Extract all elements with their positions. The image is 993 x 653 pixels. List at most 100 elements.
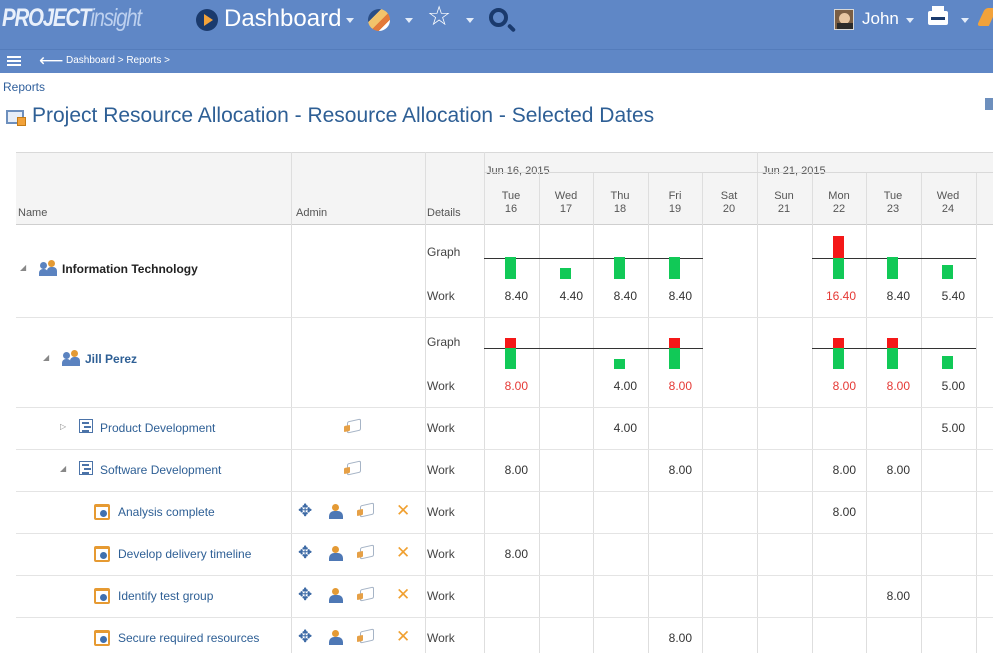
favorites-star-icon[interactable]: ☆ [427, 2, 451, 32]
breadcrumb[interactable]: Dashboard > Reports > [66, 55, 170, 66]
edit-document-icon[interactable] [347, 418, 361, 434]
assign-resource-icon[interactable] [329, 503, 345, 519]
day-header: Fri 19 [648, 190, 702, 216]
user-menu[interactable]: John [862, 9, 899, 29]
task-name[interactable]: Develop delivery timeline [118, 547, 251, 561]
move-icon[interactable]: ✥ [298, 503, 312, 520]
side-panel-toggle[interactable] [985, 98, 993, 110]
day-header: Mon 22 [812, 190, 866, 216]
allocation-bar [614, 358, 625, 369]
day-of-week-label: Tue [883, 190, 903, 202]
task-name[interactable]: Analysis complete [118, 505, 215, 519]
work-value: 8.40 [613, 289, 637, 303]
work-value: 5.00 [941, 421, 965, 435]
move-icon[interactable]: ✥ [298, 587, 312, 604]
printer-icon[interactable] [928, 6, 948, 25]
palette-chevron-down-icon[interactable] [405, 18, 413, 23]
remove-icon[interactable]: ✕ [396, 545, 410, 562]
hamburger-menu-icon[interactable] [7, 56, 21, 66]
assign-resource-icon[interactable] [329, 629, 345, 645]
favorites-chevron-down-icon[interactable] [466, 18, 474, 23]
user-chevron-down-icon[interactable] [906, 18, 914, 23]
column-divider [291, 152, 292, 653]
move-icon[interactable]: ✥ [298, 629, 312, 646]
expand-toggle-icon[interactable]: ◢ [20, 263, 26, 272]
row-divider [16, 575, 993, 576]
day-header: Wed 17 [539, 190, 593, 216]
week-divider-line [484, 172, 993, 173]
move-icon[interactable]: ✥ [298, 545, 312, 562]
day-number-label: 21 [777, 203, 791, 215]
day-of-week-label: Fri [668, 190, 682, 202]
work-value: 8.40 [886, 289, 910, 303]
day-number-label: 18 [613, 203, 627, 215]
edit-document-icon[interactable] [360, 544, 374, 560]
day-number-label: 16 [504, 203, 518, 215]
column-header-admin[interactable]: Admin [296, 207, 327, 219]
day-number-label: 24 [941, 203, 955, 215]
expand-toggle-icon[interactable]: ◢ [43, 353, 49, 362]
reports-link[interactable]: Reports [3, 80, 45, 94]
tools-icon[interactable] [976, 8, 993, 26]
day-number-label: 19 [668, 203, 682, 215]
edit-document-icon[interactable] [360, 586, 374, 602]
allocation-bar [505, 257, 516, 279]
top-navigation-bar: PROJECTinsight Dashboard ☆ John [0, 0, 993, 49]
column-header-name[interactable]: Name [18, 207, 47, 219]
remove-icon[interactable]: ✕ [396, 629, 410, 646]
expand-toggle-icon[interactable]: ▷ [60, 422, 66, 431]
task-name[interactable]: Secure required resources [118, 631, 259, 645]
user-avatar[interactable] [834, 9, 854, 30]
search-icon[interactable] [489, 8, 508, 27]
allocation-bar [669, 257, 680, 279]
assign-resource-icon[interactable] [329, 587, 345, 603]
day-of-week-label: Wed [936, 190, 960, 202]
row-divider [16, 533, 993, 534]
app-logo[interactable]: PROJECTinsight [2, 4, 142, 33]
task-name[interactable]: Identify test group [118, 589, 213, 603]
work-value: 8.40 [668, 289, 692, 303]
column-divider [812, 172, 813, 653]
work-value: 4.00 [613, 379, 637, 393]
allocation-bar [560, 267, 571, 279]
assign-resource-icon[interactable] [329, 545, 345, 561]
day-number-label: 23 [886, 203, 900, 215]
dashboard-menu[interactable]: Dashboard [224, 5, 341, 33]
work-value: 8.00 [886, 379, 910, 393]
allocation-bar [505, 348, 516, 369]
department-name[interactable]: Information Technology [62, 262, 198, 276]
logo-main-text: PROJECT [2, 4, 91, 32]
work-value: 8.00 [668, 463, 692, 477]
project-name[interactable]: Product Development [100, 421, 215, 435]
dashboard-chevron-down-icon[interactable] [346, 18, 354, 23]
printer-chevron-down-icon[interactable] [961, 18, 969, 23]
column-divider [484, 152, 485, 653]
edit-document-icon[interactable] [360, 628, 374, 644]
column-divider [702, 172, 703, 653]
back-arrow-icon[interactable]: ⟵ [39, 52, 63, 70]
allocation-bar [669, 348, 680, 369]
remove-icon[interactable]: ✕ [396, 503, 410, 520]
overallocation-bar [833, 236, 844, 259]
week-header-1: Jun 16, 2015 [486, 165, 550, 177]
collapse-toggle-icon[interactable]: ◢ [60, 464, 66, 473]
page-title: Project Resource Allocation - Resource A… [32, 104, 655, 127]
allocation-bar [942, 264, 953, 279]
work-value: 4.40 [559, 289, 583, 303]
day-number-label: 20 [722, 203, 736, 215]
remove-icon[interactable]: ✕ [396, 587, 410, 604]
day-of-week-label: Sun [774, 190, 794, 202]
column-header-details[interactable]: Details [427, 207, 461, 219]
resource-name[interactable]: Jill Perez [85, 352, 137, 366]
week-header-2: Jun 21, 2015 [762, 165, 826, 177]
work-value: 5.00 [941, 379, 965, 393]
dashboard-play-icon[interactable] [196, 9, 218, 31]
edit-document-icon[interactable] [347, 460, 361, 476]
palette-icon[interactable] [368, 9, 390, 31]
breadcrumb-bar: ⟵ Dashboard > Reports > [0, 49, 993, 73]
day-of-week-label: Sat [720, 190, 738, 202]
project-name[interactable]: Software Development [100, 463, 221, 477]
work-label: Work [427, 463, 455, 477]
graph-label: Graph [427, 335, 461, 349]
edit-document-icon[interactable] [360, 502, 374, 518]
